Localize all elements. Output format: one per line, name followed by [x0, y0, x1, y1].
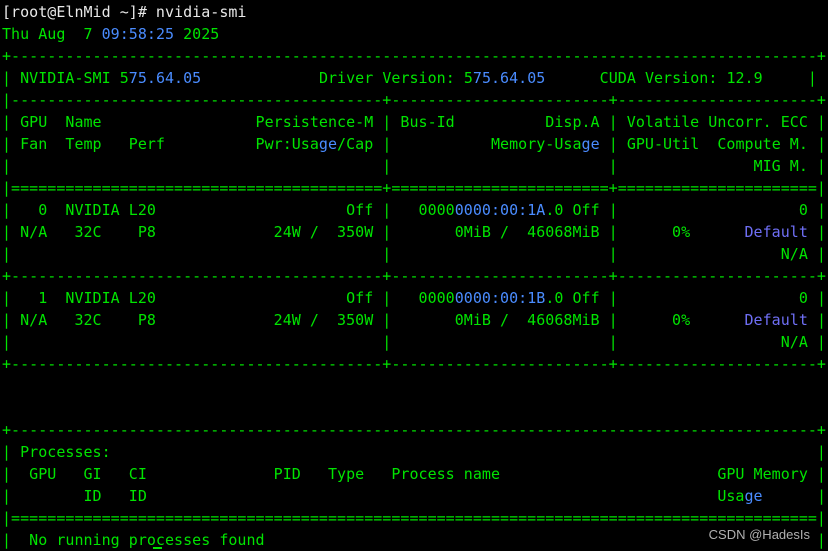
terminal-text-segment: Thu Aug 7 [2, 25, 102, 43]
terminal-text-segment: ge [581, 135, 600, 153]
terminal-line: | GPU GI CI PID Type Process name GPU Me… [2, 463, 828, 485]
terminal-text-segment: | ID ID Usa [2, 487, 745, 505]
terminal-line: | N/A 32C P8 24W / 350W | 0MiB / 46068Mi… [2, 221, 828, 243]
terminal-text-segment: |---------------------------------------… [2, 91, 826, 109]
terminal-text-segment: /Cap | Memory-Usa [337, 135, 582, 153]
terminal-text-segment: +---------------------------------------… [2, 421, 826, 439]
terminal-text-segment: | Fan Temp Perf Pwr:Usa [2, 135, 319, 153]
terminal-line: +---------------------------------------… [2, 419, 828, 441]
terminal-line: | N/A 32C P8 24W / 350W | 0MiB / 46068Mi… [2, 309, 828, 331]
terminal-line: | Fan Temp Perf Pwr:Usage/Cap | Memory-U… [2, 133, 828, 155]
terminal-text-segment: 75.64.05 [472, 69, 546, 87]
terminal-text-segment: ge [744, 487, 763, 505]
terminal-line: |---------------------------------------… [2, 89, 828, 111]
terminal-line: | | | N/A | [2, 243, 828, 265]
terminal-cursor [153, 547, 162, 549]
terminal-text-segment: 0000:00:1A [454, 201, 546, 219]
terminal-line: | Processes: | [2, 441, 828, 463]
terminal-text-segment: CUDA Version: 12.9 | [545, 69, 817, 87]
terminal-line: | ID ID Usage | [2, 485, 828, 507]
terminal-text-segment: Default [744, 311, 808, 329]
terminal-line: | GPU Name Persistence-M | Bus-Id Disp.A… [2, 111, 828, 133]
terminal-text-segment: | 1 NVIDIA L20 Off | 0000 [2, 289, 455, 307]
terminal-text-segment: | N/A 32C P8 24W / 350W | 0MiB / 46068Mi… [2, 223, 745, 241]
terminal-text-segment: .0 Off | 0 | [545, 201, 827, 219]
terminal-text-segment: | NVIDIA-SMI 5 [2, 69, 129, 87]
terminal-line: | | | N/A | [2, 331, 828, 353]
terminal-line: Thu Aug 7 09:58:25 2025 [2, 23, 828, 45]
terminal-line: +---------------------------------------… [2, 265, 828, 287]
terminal-text-segment: | | | MIG M. | [2, 157, 826, 175]
terminal-text-segment: | GPU Name Persistence-M | Bus-Id Disp.A… [2, 113, 826, 131]
terminal-text-segment: | N/A 32C P8 24W / 350W | 0MiB / 46068Mi… [2, 311, 745, 329]
terminal-text-segment: +---------------------------------------… [2, 267, 826, 285]
terminal-text-segment: | | | N/A | [2, 245, 826, 263]
terminal-line: |=======================================… [2, 177, 828, 199]
terminal-line: | 0 NVIDIA L20 Off | 00000000:00:1A.0 Of… [2, 199, 828, 221]
terminal-text-segment: | [762, 487, 827, 505]
terminal-text-segment: +---------------------------------------… [2, 355, 826, 373]
terminal-text-segment: | No running processes found | [2, 531, 826, 549]
terminal-text-segment: Driver Version: 5 [201, 69, 473, 87]
terminal-text-segment: | GPU GI CI PID Type Process name GPU Me… [2, 465, 826, 483]
terminal-text-segment: .0 Off | 0 | [545, 289, 827, 307]
terminal-text-segment: | | | N/A | [2, 333, 826, 351]
terminal-text-segment: |=======================================… [2, 509, 826, 527]
terminal-output[interactable]: [root@ElnMid ~]# nvidia-smi Thu Aug 7 09:… [2, 1, 828, 551]
terminal-line: |=======================================… [2, 507, 828, 529]
terminal-text-segment: 09:58:25 [101, 25, 175, 43]
terminal-text-segment: ge [318, 135, 338, 153]
terminal-text-segment: 75.64.05 [128, 69, 202, 87]
terminal-text-segment: [root@ElnMid ~]# nvidia-smi [2, 3, 247, 21]
terminal-line: +---------------------------------------… [2, 45, 828, 67]
terminal-line: [root@ElnMid ~]# nvidia-smi [2, 1, 828, 23]
terminal-text-segment: | [807, 311, 827, 329]
terminal-line: +---------------------------------------… [2, 353, 828, 375]
terminal-text-segment: | [807, 223, 827, 241]
terminal-line: | No running processes found | [2, 529, 828, 551]
terminal-text-segment: | 0 NVIDIA L20 Off | 0000 [2, 201, 455, 219]
terminal-text-segment: | Processes: | [2, 443, 826, 461]
terminal-text-segment: +---------------------------------------… [2, 47, 826, 65]
watermark-text: CSDN @HadesIs [708, 527, 810, 542]
terminal-line: | 1 NVIDIA L20 Off | 00000000:00:1B.0 Of… [2, 287, 828, 309]
terminal-text-segment: 2025 [174, 25, 220, 43]
terminal-text-segment: |=======================================… [2, 179, 826, 197]
terminal-text-segment: Default [744, 223, 808, 241]
terminal-text-segment: | GPU-Util Compute M. | [599, 135, 827, 153]
terminal-line: | NVIDIA-SMI 575.64.05 Driver Version: 5… [2, 67, 828, 89]
terminal-line: | | | MIG M. | [2, 155, 828, 177]
terminal-text-segment: 0000:00:1B [454, 289, 546, 307]
